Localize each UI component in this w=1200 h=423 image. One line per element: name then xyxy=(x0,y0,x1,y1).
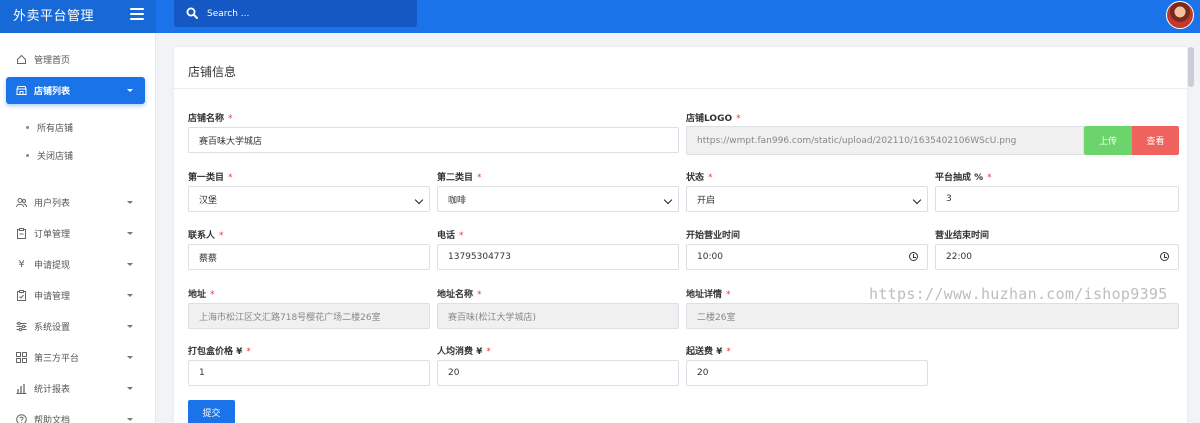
avg-spend-field[interactable]: 20 xyxy=(437,360,679,386)
clipboard-check-icon xyxy=(16,290,27,301)
shop-name-field[interactable]: 赛百味大学城店 xyxy=(188,127,679,153)
chevron-down-icon xyxy=(127,356,133,359)
commission-label: 平台抽成 % * xyxy=(935,173,992,183)
search-input[interactable] xyxy=(207,5,407,22)
chevron-down-icon xyxy=(127,418,133,421)
min-delivery-field[interactable]: 20 xyxy=(686,360,928,386)
shop-logo-field[interactable]: https://wmpt.fan996.com/static/upload/20… xyxy=(686,126,1084,155)
sidebar-item-applications[interactable]: 申请管理 xyxy=(6,282,145,309)
top-bar: 外卖平台管理 xyxy=(0,0,1200,33)
submit-button[interactable]: 提交 xyxy=(188,400,235,423)
sidebar-item-label: 店铺列表 xyxy=(34,87,71,97)
sidebar-item-label: 第三方平台 xyxy=(34,354,80,364)
sidebar-item-label: 管理首页 xyxy=(34,56,71,66)
category2-label: 第二类目 * xyxy=(437,173,482,183)
sidebar-item-orders[interactable]: 订单管理 xyxy=(6,220,145,247)
store-icon xyxy=(16,85,27,96)
app-title: 外卖平台管理 xyxy=(13,9,95,24)
bullet-icon xyxy=(26,125,29,129)
contact-field[interactable]: 蔡蔡 xyxy=(188,244,430,270)
sidebar-subitem-all-shops[interactable]: 所有店铺 xyxy=(26,119,73,135)
min-delivery-label: 起送费 ¥ * xyxy=(686,347,731,357)
chevron-down-icon xyxy=(127,294,133,297)
chevron-down-icon xyxy=(127,325,133,328)
status-label: 状态 * xyxy=(686,173,713,183)
sidebar-item-label: 统计报表 xyxy=(34,385,71,395)
sidebar-item-settings[interactable]: 系统设置 xyxy=(6,313,145,340)
upload-button[interactable]: 上传 xyxy=(1084,126,1132,155)
commission-field[interactable]: 3 xyxy=(935,186,1179,212)
sidebar-item-withdraw[interactable]: ¥ 申请提现 xyxy=(6,251,145,278)
avatar[interactable] xyxy=(1166,1,1194,29)
address-detail-field[interactable]: 二楼26室 xyxy=(686,303,1179,329)
phone-field[interactable]: 13795304773 xyxy=(437,244,679,270)
search-icon[interactable] xyxy=(186,7,198,19)
brand-area: 外卖平台管理 xyxy=(0,0,156,33)
address-label: 地址 * xyxy=(188,290,215,300)
watermark: https://www.huzhan.com/ishop9395 xyxy=(869,285,1168,303)
page-title: 店铺信息 xyxy=(188,65,237,79)
box-price-field[interactable]: 1 xyxy=(188,360,430,386)
sidebar-item-reports[interactable]: 统计报表 xyxy=(6,375,145,402)
chevron-down-icon xyxy=(127,201,133,204)
sidebar-item-dashboard[interactable]: 管理首页 xyxy=(6,46,145,73)
close-time-field[interactable]: 22:00 xyxy=(935,244,1179,270)
home-icon xyxy=(16,54,27,65)
sidebar-item-label: 帮助文档 xyxy=(34,416,71,423)
chevron-down-icon xyxy=(127,89,133,92)
grid-icon xyxy=(16,352,27,363)
sidebar-item-label: 申请管理 xyxy=(34,292,71,302)
sidebar-item-shop-list[interactable]: 店铺列表 xyxy=(6,77,145,104)
sliders-icon xyxy=(16,321,27,332)
chevron-down-icon xyxy=(127,263,133,266)
bullet-icon xyxy=(26,153,29,157)
users-icon xyxy=(16,197,27,208)
avg-spend-label: 人均消费 ¥ * xyxy=(437,347,491,357)
sidebar-item-third-party[interactable]: 第三方平台 xyxy=(6,344,145,371)
shop-name-label: 店铺名称 * xyxy=(188,114,233,124)
scrollbar[interactable] xyxy=(1188,47,1194,87)
category2-select[interactable]: 咖啡 xyxy=(437,186,679,212)
sidebar-item-label: 订单管理 xyxy=(34,230,71,240)
card-divider xyxy=(174,88,1187,89)
sidebar-item-users[interactable]: 用户列表 xyxy=(6,189,145,216)
chevron-down-icon xyxy=(127,387,133,390)
sidebar-item-help[interactable]: 帮助文档 xyxy=(6,406,145,423)
sidebar-item-label: 申请提现 xyxy=(34,261,71,271)
address-field: 上海市松江区文汇路718号樱花广场二楼26室 xyxy=(188,303,430,329)
clock-icon[interactable] xyxy=(1160,252,1169,261)
clock-icon[interactable] xyxy=(909,252,918,261)
clipboard-icon xyxy=(16,228,27,239)
menu-toggle-icon[interactable] xyxy=(130,8,144,20)
open-time-field[interactable]: 10:00 xyxy=(686,244,928,270)
sidebar-item-label: 系统设置 xyxy=(34,323,71,333)
category1-label: 第一类目 * xyxy=(188,173,233,183)
sidebar-subitem-label: 关闭店铺 xyxy=(37,151,74,162)
status-select[interactable]: 开启 xyxy=(686,186,928,212)
contact-label: 联系人 * xyxy=(188,231,224,241)
chevron-down-icon xyxy=(127,232,133,235)
box-price-label: 打包盒价格 ¥ * xyxy=(188,347,251,357)
address-name-label: 地址名称 * xyxy=(437,290,482,300)
bar-chart-icon xyxy=(16,383,27,394)
search-box xyxy=(174,0,417,27)
sidebar-subitem-label: 所有店铺 xyxy=(37,123,74,134)
help-icon xyxy=(16,414,27,423)
sidebar-subitem-closed-shops[interactable]: 关闭店铺 xyxy=(26,147,73,163)
phone-label: 电话 * xyxy=(437,231,464,241)
yen-icon: ¥ xyxy=(18,259,25,270)
shop-logo-label: 店铺LOGO * xyxy=(686,114,741,124)
close-time-label: 营业结束时间 xyxy=(935,231,990,241)
open-time-label: 开始营业时间 xyxy=(686,231,741,241)
category1-select[interactable]: 汉堡 xyxy=(188,186,430,212)
address-name-field: 赛百味(松江大学城店) xyxy=(437,303,679,329)
sidebar-item-label: 用户列表 xyxy=(34,199,71,209)
address-detail-label: 地址详情 * xyxy=(686,290,731,300)
view-button[interactable]: 查看 xyxy=(1132,126,1179,155)
